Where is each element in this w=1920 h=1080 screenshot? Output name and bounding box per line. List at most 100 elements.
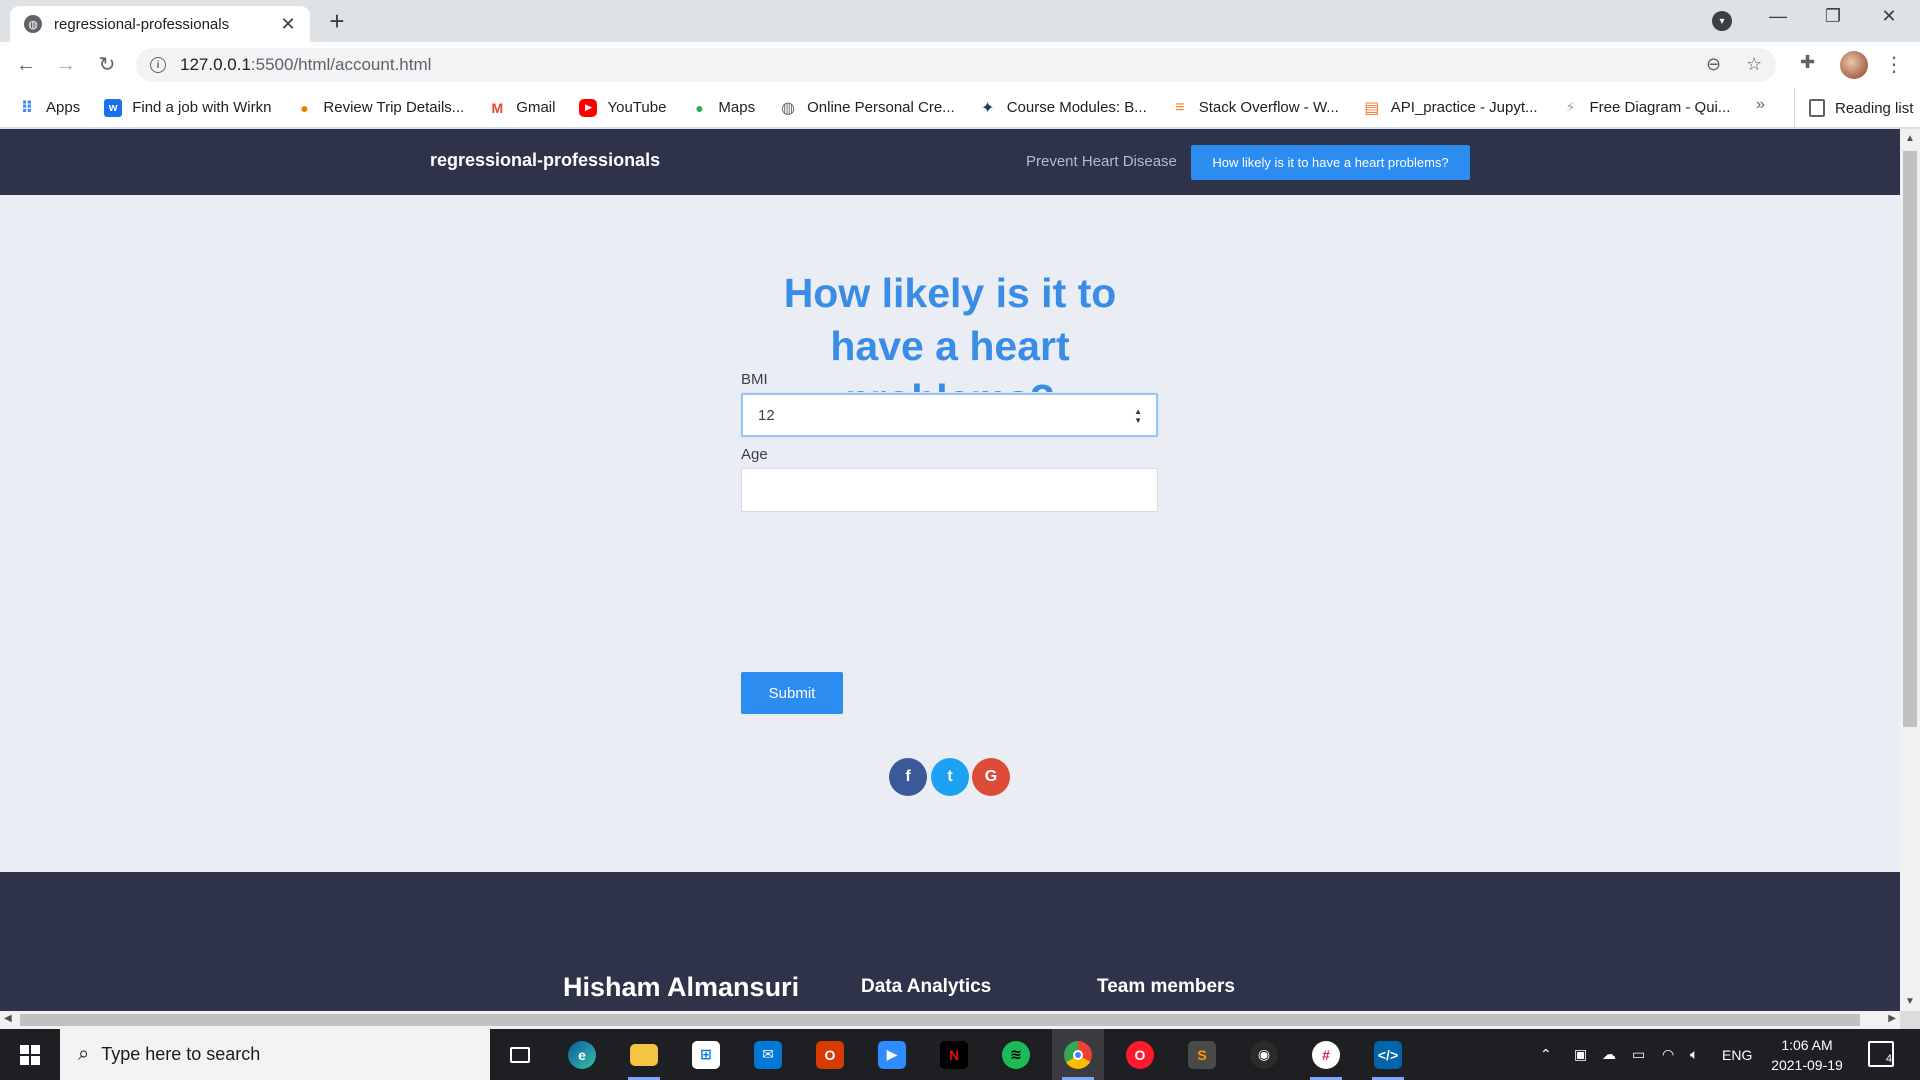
spotify-icon[interactable]: ≋ [990,1029,1042,1080]
window-close-button[interactable]: ✕ [1869,6,1909,27]
slack-icon[interactable]: # [1300,1029,1352,1080]
gmail-icon: M [488,98,507,117]
taskbar-search-box[interactable]: ⌕ Type here to search [60,1029,490,1080]
netflix-icon[interactable]: N [928,1029,980,1080]
alienware-icon[interactable]: ◉ [1238,1029,1290,1080]
facebook-icon[interactable]: f [889,758,927,796]
wirkn-icon: w [104,98,123,117]
tray-chevron-icon[interactable]: ⌃ [1540,1029,1552,1080]
language-indicator[interactable]: ENG [1722,1029,1752,1080]
diagram-icon: ⚡ [1561,98,1580,117]
battery-icon[interactable]: ▭ [1632,1029,1645,1080]
browser-menu-icon[interactable]: ⋮ [1884,52,1904,77]
windows-logo-icon [20,1044,40,1065]
bookmarks-more-button[interactable]: » [1756,96,1765,114]
vscode-icon[interactable]: </> [1362,1029,1414,1080]
mail-icon[interactable]: ✉ [742,1029,794,1080]
back-arrow-icon[interactable]: ← [12,51,40,79]
maps-icon: ● [690,98,709,117]
bookmark-label: Review Trip Details... [323,99,465,116]
course-icon: ✦ [978,98,997,117]
bookmark-label: Stack Overflow - W... [1198,99,1339,116]
chrome-icon[interactable] [1052,1029,1104,1080]
vertical-scrollbar[interactable]: ▲ ▼ [1900,129,1920,1011]
bookmark-label: Gmail [516,99,556,116]
zoom-icon[interactable]: ⊖ [1706,54,1721,75]
url-host: 127.0.0.1 [180,55,251,74]
stackoverflow-icon: ≡ [1170,98,1189,117]
file-explorer-icon[interactable] [618,1029,670,1080]
youtube-icon: ▶ [579,98,598,117]
browser-tab-active[interactable]: ◍ regressional-professionals ✕ [10,6,310,42]
scroll-up-icon[interactable]: ▲ [1905,133,1915,144]
sublime-icon[interactable]: S [1176,1029,1228,1080]
scroll-right-icon[interactable]: ▶ [1888,1013,1896,1024]
url-text: 127.0.0.1:5500/html/account.html [180,55,431,75]
reading-list-button[interactable]: Reading list [1794,88,1913,128]
bookmark-star-icon[interactable]: ☆ [1746,54,1762,75]
page-viewport: regressional-professionals Prevent Heart… [0,129,1900,1011]
bookmark-item[interactable]: ● Review Trip Details... [295,98,465,117]
wifi-icon[interactable]: ◠ [1662,1029,1674,1080]
meet-now-icon[interactable]: ▣ [1574,1029,1587,1080]
taskbar-clock[interactable]: 1:06 AM 2021-09-19 [1762,1035,1852,1075]
notifications-icon[interactable]: 4 [1868,1041,1894,1067]
volume-icon[interactable]: 🔈︎ [1690,1029,1698,1080]
new-tab-button[interactable]: + [325,8,349,34]
bookmark-item[interactable]: ≡ Stack Overflow - W... [1170,98,1339,117]
bmi-value: 12 [758,406,775,424]
bookmark-item[interactable]: ◍ Online Personal Cre... [779,98,955,117]
tab-close-icon[interactable]: ✕ [278,14,298,35]
url-path: :5500/html/account.html [250,55,432,74]
horizontal-scroll-thumb[interactable] [20,1014,1860,1026]
twitter-icon[interactable]: t [931,758,969,796]
bookmark-label: Free Diagram - Qui... [1589,99,1731,116]
nav-cta-button[interactable]: How likely is it to have a heart problem… [1191,145,1470,180]
opera-icon[interactable]: O [1114,1029,1166,1080]
profile-avatar[interactable] [1840,51,1868,79]
browser-toolbar: ← → ↻ i 127.0.0.1:5500/html/account.html… [0,42,1920,88]
site-info-icon[interactable]: i [150,57,166,73]
bookmark-label: YouTube [607,99,667,116]
footer-name: Hisham Almansuri [563,972,800,1002]
start-button[interactable] [0,1029,60,1080]
scroll-down-icon[interactable]: ▼ [1905,996,1915,1007]
bookmark-item[interactable]: M Gmail [488,98,556,117]
bookmark-item[interactable]: ▤ API_practice - Jupyt... [1362,98,1538,117]
office-icon[interactable]: O [804,1029,856,1080]
bookmark-item[interactable]: ⠿ Apps [18,98,80,117]
bookmark-item[interactable]: ▶ YouTube [579,98,667,117]
zoom-app-icon[interactable]: ▶ [866,1029,918,1080]
submit-button[interactable]: Submit [741,672,843,714]
reload-icon[interactable]: ↻ [93,51,121,79]
nav-link-prevent[interactable]: Prevent Heart Disease [1026,153,1177,170]
restore-button[interactable]: ❐ [1813,6,1853,27]
address-bar[interactable]: i 127.0.0.1:5500/html/account.html ⊖ ☆ [136,48,1776,82]
extensions-puzzle-icon[interactable]: ✚ [1800,52,1815,73]
globe-icon: ◍ [779,98,798,117]
bmi-input[interactable]: 12 ▲ ▼ [741,393,1158,437]
bookmark-item[interactable]: w Find a job with Wirkn [104,98,271,117]
edge-icon[interactable]: e [556,1029,608,1080]
vertical-scroll-thumb[interactable] [1903,151,1917,727]
clock-time: 1:06 AM [1781,1037,1833,1053]
search-icon: ⌕ [78,1043,90,1065]
tab-search-icon[interactable]: ▾ [1712,11,1732,31]
bookmark-item[interactable]: ⚡ Free Diagram - Qui... [1561,98,1731,117]
task-view-icon[interactable] [494,1029,546,1080]
tab-strip: ◍ regressional-professionals ✕ + ▾ — ❐ ✕ [0,0,1920,42]
minimize-button[interactable]: — [1758,6,1798,27]
clock-date: 2021-09-19 [1771,1057,1843,1073]
site-brand[interactable]: regressional-professionals [430,150,660,171]
horizontal-scrollbar[interactable]: ◀ ▶ [0,1011,1900,1029]
number-spinner-icon[interactable]: ▲ ▼ [1134,407,1142,425]
bookmark-item[interactable]: ✦ Course Modules: B... [978,98,1147,117]
scroll-left-icon[interactable]: ◀ [4,1013,12,1024]
store-icon[interactable]: ⊞ [680,1029,732,1080]
age-input[interactable] [741,468,1158,512]
forward-arrow-icon[interactable]: → [52,51,80,79]
windows-taskbar: ⌕ Type here to search e ⊞ ✉ O ▶ N ≋ O S … [0,1029,1920,1080]
onedrive-icon[interactable]: ☁ [1602,1029,1616,1080]
bookmark-item[interactable]: ● Maps [690,98,755,117]
google-icon[interactable]: G [972,758,1010,796]
